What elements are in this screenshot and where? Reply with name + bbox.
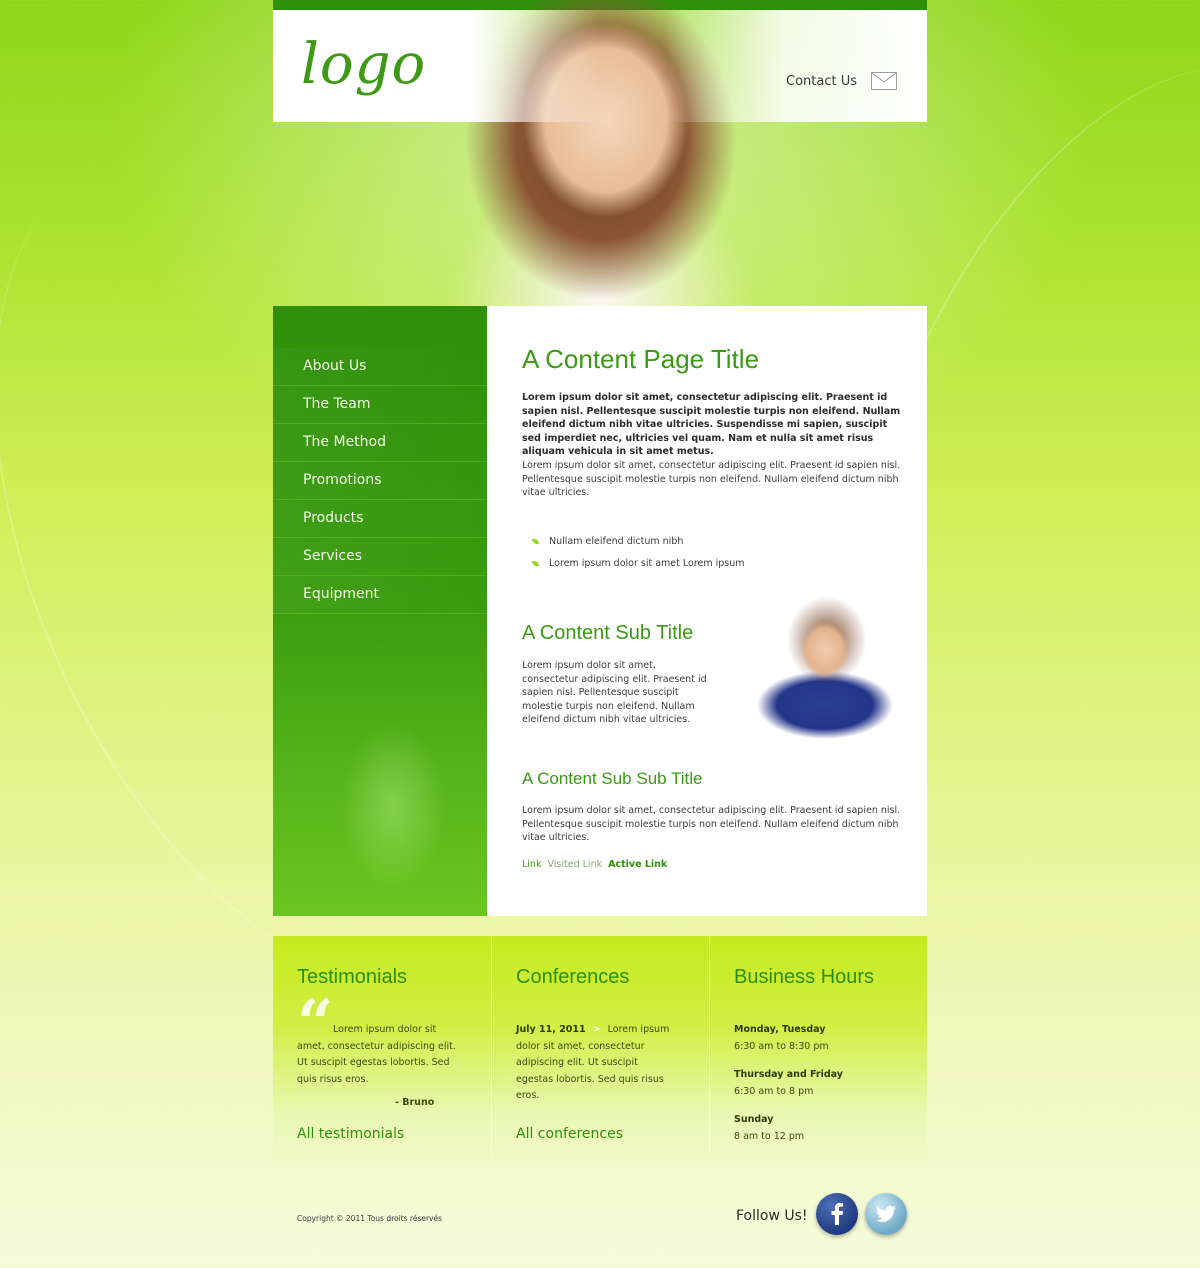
link-samples: Link Visited Link Active Link	[522, 859, 670, 870]
sample-visited-link[interactable]: Visited Link	[548, 859, 603, 870]
hours-entry: Monday, Tuesday 6:30 am to 8:30 pm	[734, 1022, 894, 1055]
intro-paragraph: Lorem ipsum dolor sit amet, consectetur …	[522, 392, 901, 458]
bullet-list: Nullam eleifend dictum nibh Lorem ipsum …	[532, 530, 745, 574]
hours-time: 8 am to 12 pm	[734, 1130, 805, 1142]
testimonial-author: - Bruno	[395, 1097, 435, 1108]
all-testimonials-link[interactable]: All testimonials	[297, 1126, 404, 1142]
hours-day: Thursday and Friday	[734, 1069, 843, 1080]
page: { "header": { "logo": "logo", "contact_l…	[0, 0, 1200, 1268]
sidebar: About Us The Team The Method Promotions …	[273, 306, 487, 916]
content-photo	[735, 570, 903, 738]
header: logo Contact Us	[273, 10, 927, 122]
nav-item-promotions[interactable]: Promotions	[273, 462, 487, 500]
nav-item-the-method[interactable]: The Method	[273, 424, 487, 462]
nav-item-equipment[interactable]: Equipment	[273, 576, 487, 614]
nav-item-the-team[interactable]: The Team	[273, 386, 487, 424]
page-title: A Content Page Title	[522, 344, 760, 374]
twitter-icon	[876, 1205, 896, 1222]
chevron-right-icon: >	[592, 1024, 601, 1035]
conferences-panel: Conferences July 11, 2011 > Lorem ipsum …	[491, 936, 710, 1156]
conference-text: Lorem ipsum dolor sit amet, consectetur …	[516, 1024, 670, 1101]
hours-time: 6:30 am to 8 pm	[734, 1085, 814, 1097]
hours-entry: Thursday and Friday 6:30 am to 8 pm	[734, 1067, 894, 1100]
hours-entry: Sunday 8 am to 12 pm	[734, 1112, 894, 1145]
body-paragraph: Lorem ipsum dolor sit amet, consectetur …	[522, 460, 901, 499]
conference-entry: July 11, 2011 > Lorem ipsum dolor sit am…	[516, 1022, 676, 1105]
sub-sub-paragraph: Lorem ipsum dolor sit amet, consectetur …	[522, 805, 901, 844]
business-hours-title: Business Hours	[734, 966, 875, 988]
follow-us-label: Follow Us!	[736, 1208, 808, 1224]
leaf-icon	[532, 560, 539, 566]
sample-active-link[interactable]: Active Link	[608, 859, 667, 870]
hours-time: 6:30 am to 8:30 pm	[734, 1040, 829, 1052]
contact-us-link[interactable]: Contact Us	[786, 72, 897, 90]
copyright: Copyright © 2011 Tous droits réservés	[297, 1214, 443, 1223]
sample-link[interactable]: Link	[522, 859, 541, 870]
list-item: Lorem ipsum dolor sit amet Lorem ipsum	[532, 552, 745, 574]
conference-date: July 11, 2011	[516, 1024, 586, 1035]
main-content: A Content Page Title Lorem ipsum dolor s…	[487, 306, 927, 916]
testimonials-panel: Testimonials “ Lorem ipsum dolor sit ame…	[273, 936, 491, 1156]
nav-item-products[interactable]: Products	[273, 500, 487, 538]
twitter-button[interactable]	[865, 1193, 907, 1235]
nav-item-services[interactable]: Services	[273, 538, 487, 576]
logo[interactable]: logo	[301, 32, 426, 97]
bottom-bar: Copyright © 2011 Tous droits réservés Fo…	[273, 1180, 927, 1260]
facebook-button[interactable]	[816, 1193, 858, 1235]
mail-icon	[871, 72, 897, 90]
sub-paragraph: Lorem ipsum dolor sit amet, consectetur …	[522, 660, 707, 726]
main-nav: About Us The Team The Method Promotions …	[273, 348, 487, 614]
facebook-icon	[831, 1202, 844, 1225]
business-hours-panel: Business Hours Monday, Tuesday 6:30 am t…	[709, 936, 928, 1156]
contact-us-label: Contact Us	[786, 73, 857, 89]
nav-item-about-us[interactable]: About Us	[273, 348, 487, 386]
hours-day: Monday, Tuesday	[734, 1024, 826, 1035]
conferences-title: Conferences	[516, 966, 630, 988]
testimonial-text: Lorem ipsum dolor sit amet, consectetur …	[297, 1024, 456, 1085]
list-item: Nullam eleifend dictum nibh	[532, 530, 745, 552]
sub-title: A Content Sub Title	[522, 622, 694, 644]
footer-panels: Testimonials “ Lorem ipsum dolor sit ame…	[273, 936, 927, 1172]
leaf-icon	[532, 538, 539, 544]
hours-day: Sunday	[734, 1114, 774, 1125]
all-conferences-link[interactable]: All conferences	[516, 1126, 623, 1142]
sidebar-decorative-image	[303, 686, 483, 916]
sub-sub-title: A Content Sub Sub Title	[522, 769, 703, 788]
